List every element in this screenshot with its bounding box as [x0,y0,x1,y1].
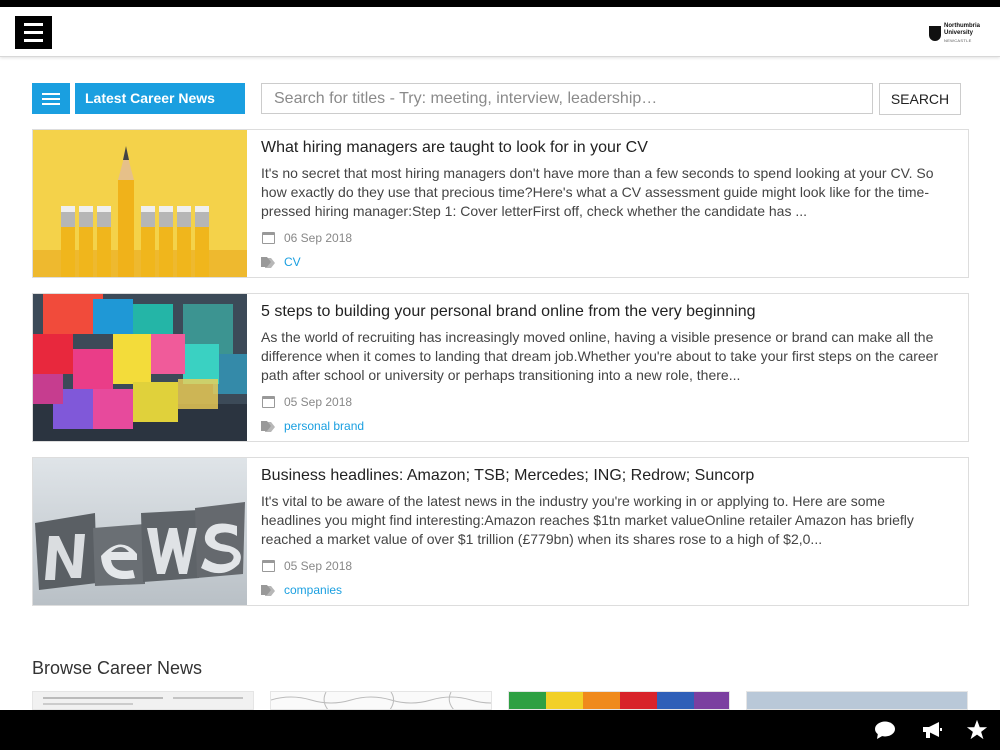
article-card[interactable]: Business headlines: Amazon; TSB; Mercede… [32,457,969,606]
calendar-icon [262,232,275,244]
logo-line-2: University [944,30,974,36]
article-tag-link[interactable]: personal brand [284,419,364,433]
tag-icon [261,257,275,267]
university-logo[interactable]: Northumbria University NEWCASTLE [929,23,980,44]
calendar-icon [262,396,275,408]
top-strip [0,0,1000,7]
article-tag-link[interactable]: companies [284,583,342,597]
article-card[interactable]: 5 steps to building your personal brand … [32,293,969,442]
article-title[interactable]: 5 steps to building your personal brand … [261,302,941,322]
article-card[interactable]: What hiring managers are taught to look … [32,129,969,278]
article-title[interactable]: What hiring managers are taught to look … [261,138,941,158]
latest-career-news-button[interactable]: Latest Career News [75,83,245,114]
list-icon-bar [42,97,60,100]
article-date: 05 Sep 2018 [284,395,353,409]
pencils-image[interactable] [33,130,247,277]
star-icon[interactable] [965,718,989,742]
hamburger-icon-bar [24,39,43,42]
search-input[interactable] [261,83,873,114]
article-excerpt: It's vital to be aware of the latest new… [261,493,914,547]
news-toolbar: Latest Career News SEARCH [32,83,962,115]
article-date: 06 Sep 2018 [284,231,353,245]
hamburger-icon-bar [24,23,43,26]
browse-tile-sky[interactable] [746,691,968,710]
browse-tile-rainbow[interactable] [508,691,730,710]
article-date: 05 Sep 2018 [284,559,353,573]
tag-icon [261,585,275,595]
list-icon-bar [42,92,60,95]
browse-tile-document[interactable] [32,691,254,710]
calendar-icon [262,560,275,572]
chat-icon[interactable] [873,718,897,742]
megaphone-icon[interactable] [920,718,944,742]
browse-tile-puzzle[interactable] [270,691,492,710]
crest-icon [929,26,941,41]
tag-icon [261,421,275,431]
logo-line-3: NEWCASTLE [944,38,972,43]
search-button[interactable]: SEARCH [879,83,961,115]
list-icon-bar [42,102,60,105]
article-tag-link[interactable]: CV [284,255,301,269]
list-view-button[interactable] [32,83,70,114]
browse-tiles [32,691,969,710]
news-letterpress-image[interactable] [33,458,247,605]
browse-heading: Browse Career News [32,658,203,678]
article-excerpt: As the world of recruiting has increasin… [261,329,939,383]
bottom-bar [0,710,1000,750]
logo-line-1: Northumbria [944,23,980,29]
article-title[interactable]: Business headlines: Amazon; TSB; Mercede… [261,466,941,486]
hamburger-icon-bar [24,31,43,34]
hamburger-menu-button[interactable] [15,16,52,49]
article-excerpt: It's no secret that most hiring managers… [261,165,934,219]
header: Northumbria University NEWCASTLE [0,7,1000,57]
colored-blocks-image[interactable] [33,294,247,441]
